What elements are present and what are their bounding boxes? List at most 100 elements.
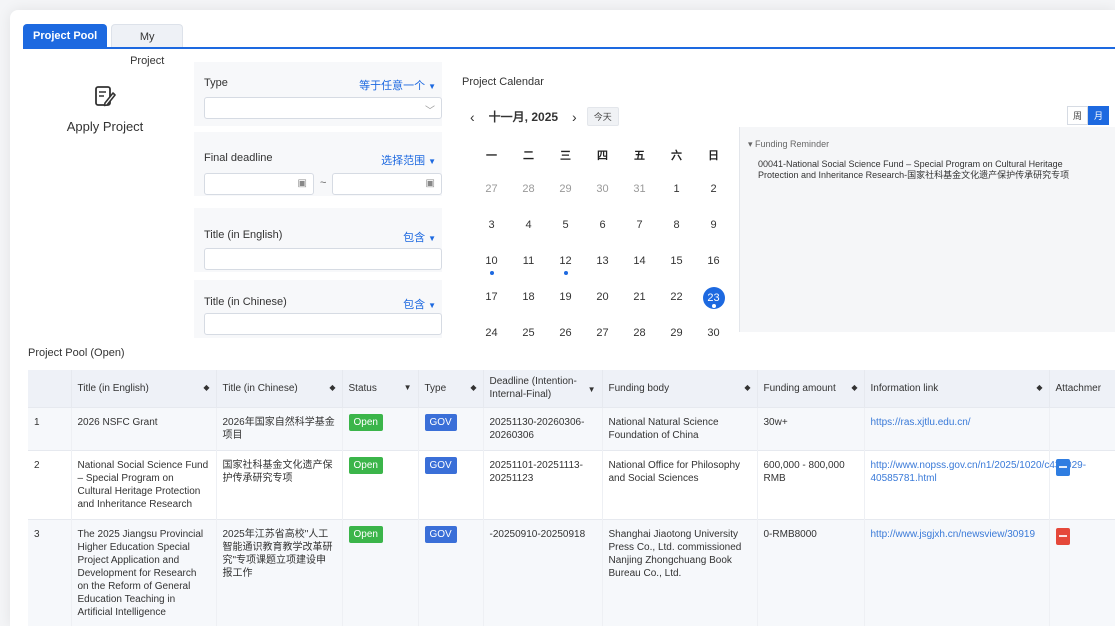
type-select[interactable]: ﹀: [204, 97, 442, 119]
calendar-day[interactable]: 14: [621, 255, 658, 291]
filter-type-operator[interactable]: 等于任意一个 ▼: [359, 77, 436, 93]
sort-icon[interactable]: ◆: [203, 383, 209, 392]
tab-project-pool[interactable]: Project Pool: [23, 24, 108, 48]
calendar-day[interactable]: 11: [510, 255, 547, 291]
table-cell: Open: [342, 449, 419, 519]
calendar-day[interactable]: 10: [473, 255, 510, 291]
calendar-day[interactable]: 25: [510, 327, 547, 363]
calendar-day[interactable]: 29: [547, 183, 584, 219]
calendar-day[interactable]: 23: [695, 287, 732, 327]
calendar-day[interactable]: 7: [621, 219, 658, 255]
info-link[interactable]: https://ras.xjtlu.edu.cn/: [871, 417, 971, 428]
calendar-day[interactable]: 19: [547, 291, 584, 327]
calendar-day[interactable]: 18: [510, 291, 547, 327]
calendar-day[interactable]: 21: [621, 291, 658, 327]
calendar-day[interactable]: 26: [547, 327, 584, 363]
table-cell: GOV: [418, 449, 484, 519]
calendar-day-number: 24: [485, 327, 498, 339]
prev-month-chevron-icon[interactable]: ‹: [470, 109, 475, 125]
calendar-day[interactable]: 28: [621, 327, 658, 363]
calendar-day[interactable]: 8: [658, 219, 695, 255]
calendar-day[interactable]: 13: [584, 255, 621, 291]
deadline-end-input[interactable]: ▣: [332, 173, 442, 195]
status-badge: Open: [348, 413, 383, 431]
calendar-weekday-row: 一二三四五六日: [473, 147, 732, 183]
chevron-down-icon: ﹀: [425, 106, 435, 117]
filter-type: Type 等于任意一个 ▼ ﹀: [194, 62, 442, 126]
col-title-cn[interactable]: Title (in Chinese) ◆: [216, 370, 343, 407]
table-cell: [1049, 406, 1115, 450]
calendar-day[interactable]: 28: [510, 183, 547, 219]
calendar-day[interactable]: 27: [473, 183, 510, 219]
calendar-day[interactable]: 24: [473, 327, 510, 363]
col-deadline[interactable]: Deadline (Intention-Internal-Final) ▼: [483, 370, 603, 407]
filter-caret-icon[interactable]: ▼: [588, 383, 596, 396]
week-view-button[interactable]: 周: [1066, 106, 1088, 125]
calendar-day-number: 27: [485, 183, 498, 195]
filter-title-en-operator[interactable]: 包含 ▼: [403, 229, 436, 245]
title-en-input[interactable]: [204, 248, 442, 270]
calendar-day[interactable]: 29: [658, 327, 695, 363]
today-button[interactable]: 今天: [586, 107, 619, 126]
calendar-day[interactable]: 16: [695, 255, 732, 291]
calendar-day[interactable]: 22: [658, 291, 695, 327]
calendar-day[interactable]: 2: [695, 183, 732, 219]
calendar-day[interactable]: 20: [584, 291, 621, 327]
table-cell: 国家社科基金文化遗产保护传承研究专项: [216, 449, 343, 519]
calendar-day[interactable]: 1: [658, 183, 695, 219]
calendar-day[interactable]: 5: [547, 219, 584, 255]
apply-project-button[interactable]: Apply Project: [55, 85, 155, 134]
table-cell: GOV: [418, 518, 484, 626]
col-info-link-text: Information link: [870, 382, 939, 394]
calendar-month-label: 十一月, 2025: [488, 110, 559, 124]
doc-file-icon[interactable]: [1055, 458, 1070, 476]
type-badge: GOV: [424, 525, 457, 543]
filter-type-label: Type: [204, 77, 228, 89]
col-attachment[interactable]: Attachmer: [1049, 370, 1115, 407]
funding-reminder-item[interactable]: 00041-National Social Science Fund – Spe…: [758, 159, 1098, 181]
calendar-day[interactable]: 27: [584, 327, 621, 363]
filter-deadline-operator[interactable]: 选择范围 ▼: [381, 152, 436, 168]
filter-title-cn-operator[interactable]: 包含 ▼: [403, 296, 436, 312]
calendar-day[interactable]: 6: [584, 219, 621, 255]
funding-reminder-title[interactable]: ▾ Funding Reminder: [748, 139, 829, 150]
table-row[interactable]: 2 National Social Science Fund – Special …: [28, 449, 1115, 519]
col-title-en[interactable]: Title (in English) ◆: [71, 370, 217, 407]
col-status[interactable]: Status ▼: [342, 370, 419, 407]
col-info-link[interactable]: Information link ◆: [864, 370, 1050, 407]
col-funding-body[interactable]: Funding body ◆: [602, 370, 758, 407]
table-cell: Open: [342, 518, 419, 626]
col-type[interactable]: Type ◆: [418, 370, 484, 407]
row-title-en: 2026 NSFC Grant: [77, 416, 158, 428]
calendar-day-number: 30: [596, 183, 609, 195]
filter-deadline-operator-text: 选择范围: [381, 155, 426, 167]
table-row[interactable]: 3 The 2025 Jiangsu Provincial Higher Educ…: [28, 518, 1115, 626]
filter-caret-icon[interactable]: ▼: [404, 383, 412, 392]
calendar-day[interactable]: 12: [547, 255, 584, 291]
deadline-start-input[interactable]: ▣: [204, 173, 314, 195]
next-month-chevron-icon[interactable]: ›: [572, 109, 577, 125]
calendar-day[interactable]: 4: [510, 219, 547, 255]
tab-my-project[interactable]: My Project: [111, 24, 184, 67]
month-view-button[interactable]: 月: [1087, 106, 1109, 125]
row-index: 2: [34, 459, 40, 471]
sort-icon[interactable]: ◆: [329, 383, 335, 392]
sort-icon[interactable]: ◆: [744, 383, 750, 392]
sort-icon[interactable]: ◆: [470, 383, 476, 392]
range-separator: ~: [320, 177, 327, 189]
calendar-view-toggle: 周 月: [1066, 106, 1109, 125]
calendar-day[interactable]: 3: [473, 219, 510, 255]
table-row[interactable]: 1 2026 NSFC Grant 2026年国家自然科学基金项目 Open GOV 20…: [28, 406, 1115, 450]
calendar-day[interactable]: 30: [695, 327, 732, 363]
calendar-day[interactable]: 30: [584, 183, 621, 219]
info-link[interactable]: http://www.jsgjxh.cn/newsview/30919: [871, 529, 1036, 540]
calendar-day[interactable]: 9: [695, 219, 732, 255]
sort-icon[interactable]: ◆: [1036, 383, 1042, 392]
title-cn-input[interactable]: [204, 313, 442, 335]
calendar-day[interactable]: 17: [473, 291, 510, 327]
pdf-file-icon[interactable]: [1055, 527, 1070, 545]
col-funding-amount[interactable]: Funding amount ◆: [757, 370, 865, 407]
sort-icon[interactable]: ◆: [851, 383, 857, 392]
calendar-day[interactable]: 31: [621, 183, 658, 219]
calendar-day[interactable]: 15: [658, 255, 695, 291]
